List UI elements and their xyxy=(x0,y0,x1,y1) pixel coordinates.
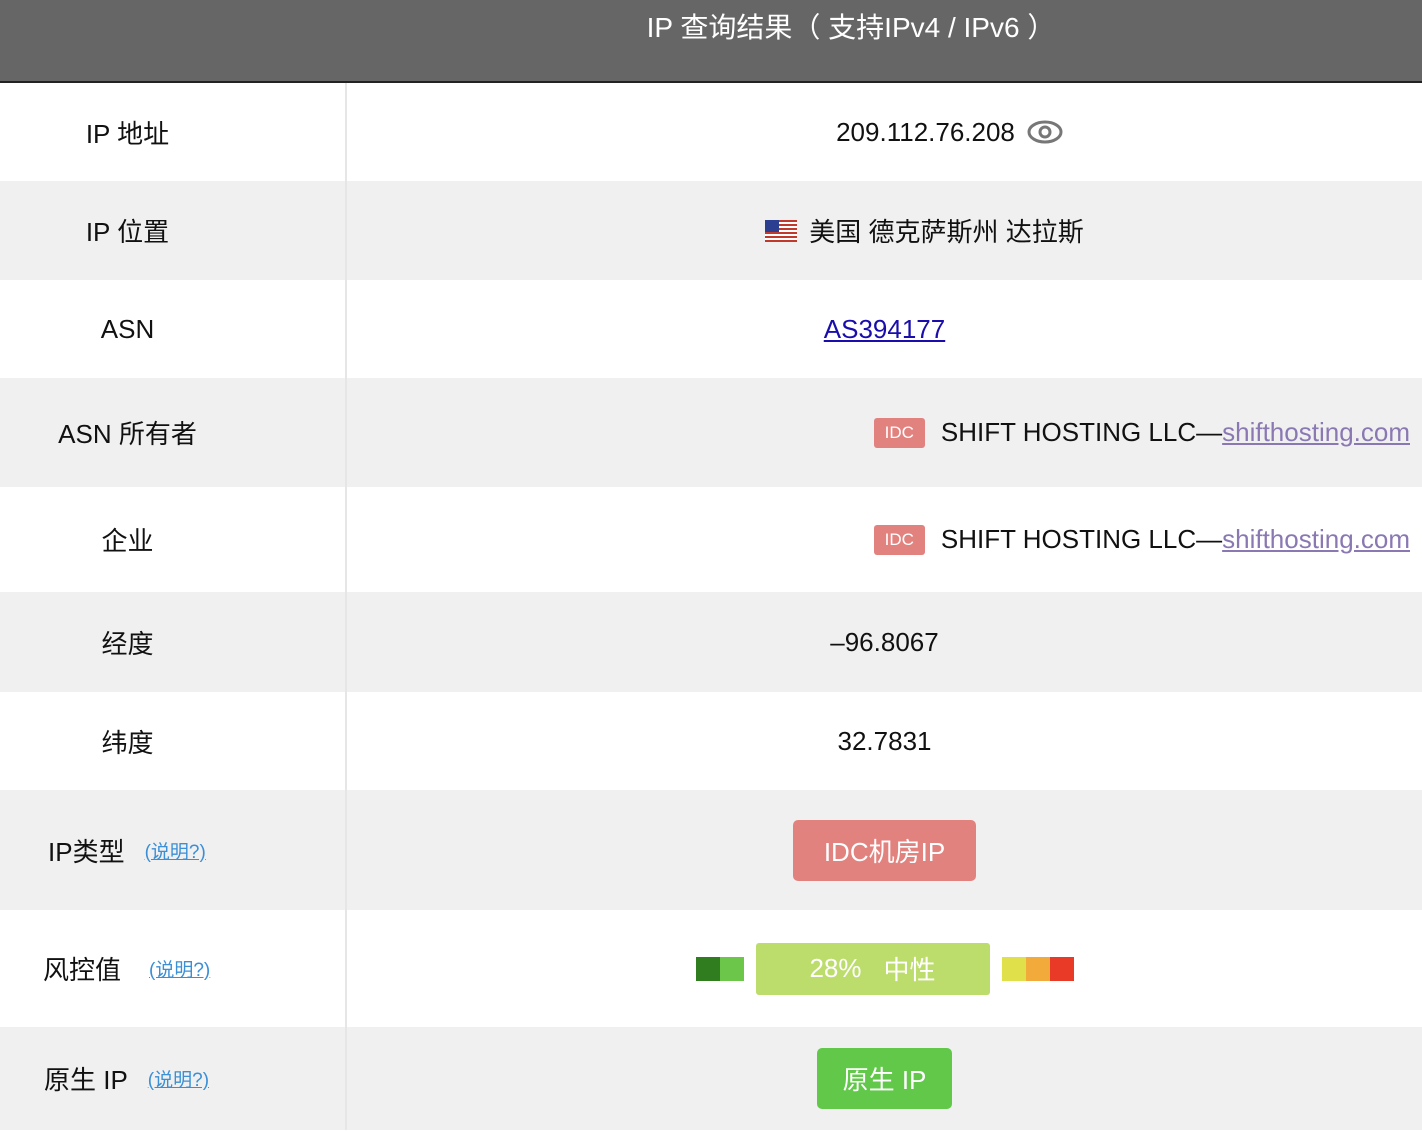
row-value-cell: AS394177 xyxy=(347,280,1422,378)
risk-segment-high xyxy=(1025,956,1050,981)
ip-type-label: IP类型 xyxy=(48,836,125,867)
native-ip-help-link[interactable]: (说明?) xyxy=(148,1065,209,1092)
row-label-cell: 经度 xyxy=(0,592,347,692)
row-value-cell: 209.112.76.208 xyxy=(347,83,1422,181)
risk-segment-very-low xyxy=(695,956,720,981)
asn-label: ASN xyxy=(100,313,155,344)
risk-level: 中性 xyxy=(883,955,936,985)
row-ip-type: IP类型 (说明?) IDC机房IP xyxy=(0,790,1422,910)
company-name: SHIFT HOSTING LLC— xyxy=(940,524,1223,554)
row-asn-owner: ASN 所有者 IDC SHIFT HOSTING LLC— shifthost… xyxy=(0,378,1422,487)
ip-address-value: 209.112.76.208 xyxy=(836,116,1015,147)
row-label-cell: 纬度 xyxy=(0,692,347,790)
longitude-value: –96.8067 xyxy=(830,626,939,657)
native-ip-badge: 原生 IP xyxy=(816,1048,953,1109)
risk-segment-low xyxy=(719,956,744,981)
row-value-cell: IDC SHIFT HOSTING LLC— shifthosting.com xyxy=(347,378,1422,487)
row-label-cell: IP类型 (说明?) xyxy=(0,790,347,910)
company-label: 企业 xyxy=(101,526,154,556)
ip-type-help-link[interactable]: (说明?) xyxy=(145,837,206,864)
risk-indicator: 28% 中性 xyxy=(755,942,990,995)
company-site-link[interactable]: shifthosting.com xyxy=(1222,524,1410,555)
row-company: 企业 IDC SHIFT HOSTING LLC— shifthosting.c… xyxy=(0,487,1422,592)
row-label-cell: ASN xyxy=(0,280,347,378)
asn-link[interactable]: AS394177 xyxy=(824,314,945,345)
risk-segment-elevated xyxy=(1001,956,1026,981)
row-value-cell: IDC SHIFT HOSTING LLC— shifthosting.com xyxy=(347,487,1422,592)
row-label-cell: 原生 IP (说明?) xyxy=(0,1027,347,1130)
native-ip-label: 原生 IP xyxy=(44,1065,128,1095)
risk-help-link[interactable]: (说明?) xyxy=(149,955,210,982)
row-label-cell: IP 位置 xyxy=(0,181,347,280)
row-latitude: 纬度 32.7831 xyxy=(0,692,1422,790)
idc-badge: IDC xyxy=(873,417,925,448)
row-value-cell: –96.8067 xyxy=(347,592,1422,692)
row-risk-score: 风控值 (说明?) 28% 中性 xyxy=(0,910,1422,1027)
risk-segment-very-high xyxy=(1049,956,1074,981)
page-header: IP 查询结果（ 支持IPv4 / IPv6 ） xyxy=(0,0,1422,83)
ip-type-badge: IDC机房IP xyxy=(792,819,977,881)
asn-owner-site-link[interactable]: shifthosting.com xyxy=(1222,417,1410,448)
latitude-value: 32.7831 xyxy=(837,725,932,756)
row-native-ip: 原生 IP (说明?) 原生 IP xyxy=(0,1027,1422,1130)
row-longitude: 经度 –96.8067 xyxy=(0,592,1422,692)
idc-badge: IDC xyxy=(873,524,925,555)
page-title: IP 查询结果（ 支持IPv4 / IPv6 ） xyxy=(646,12,1056,43)
eye-icon[interactable] xyxy=(1027,119,1063,145)
row-value-cell: 美国 德克萨斯州 达拉斯 xyxy=(347,181,1422,280)
risk-label: 风控值 xyxy=(43,955,122,985)
ip-location-value: 美国 德克萨斯州 达拉斯 xyxy=(809,217,1084,247)
row-value-cell: 原生 IP xyxy=(347,1027,1422,1130)
asn-owner-label: ASN 所有者 xyxy=(58,419,197,449)
risk-percent: 28% xyxy=(809,953,862,983)
latitude-label: 纬度 xyxy=(101,727,154,758)
row-asn: ASN AS394177 xyxy=(0,280,1422,378)
row-ip-address: IP 地址 209.112.76.208 xyxy=(0,83,1422,181)
row-value-cell: 32.7831 xyxy=(347,692,1422,790)
ip-address-label: IP 地址 xyxy=(85,118,170,149)
ip-location-label: IP 位置 xyxy=(85,217,170,247)
asn-owner-name: SHIFT HOSTING LLC— xyxy=(940,417,1223,447)
risk-scale: 28% 中性 xyxy=(695,942,1074,995)
row-value-cell: 28% 中性 xyxy=(347,910,1422,1027)
row-value-cell: IDC机房IP xyxy=(347,790,1422,910)
row-label-cell: ASN 所有者 xyxy=(0,378,347,487)
us-flag-icon xyxy=(765,219,798,242)
row-label-cell: IP 地址 xyxy=(0,83,347,181)
row-label-cell: 企业 xyxy=(0,487,347,592)
longitude-label: 经度 xyxy=(101,628,154,659)
row-label-cell: 风控值 (说明?) xyxy=(0,910,347,1027)
row-ip-location: IP 位置 美国 德克萨斯州 达拉斯 xyxy=(0,181,1422,280)
